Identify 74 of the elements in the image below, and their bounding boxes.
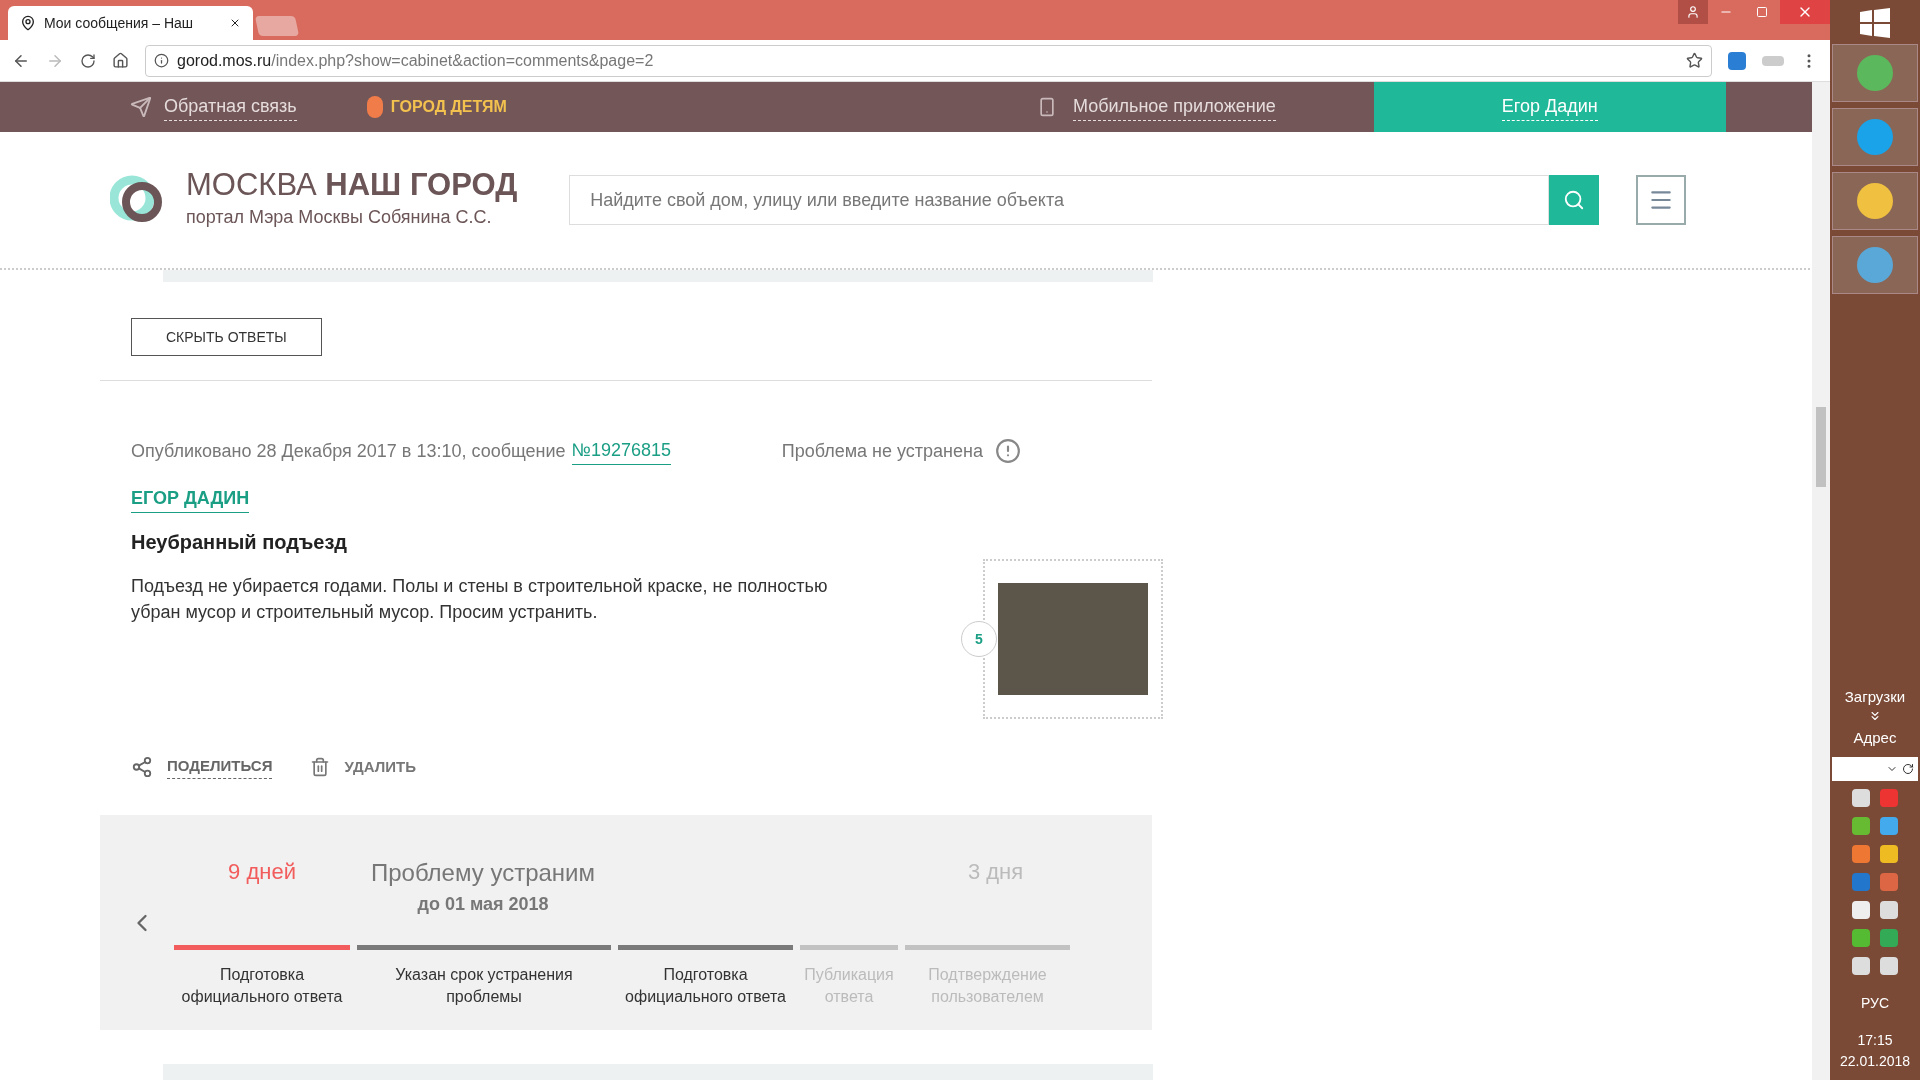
new-tab-button[interactable] [254, 16, 300, 36]
bookmark-star-icon[interactable] [1686, 52, 1703, 69]
alert-icon [995, 438, 1021, 464]
extension-icon[interactable] [1728, 51, 1746, 70]
share-link[interactable]: ПОДЕЛИТЬСЯ [167, 755, 273, 779]
close-icon[interactable] [229, 17, 241, 29]
logo-title: МОСКВА НАШ ГОРОД [186, 169, 518, 200]
tray-icon[interactable] [1852, 873, 1870, 891]
taskbar-app-button[interactable] [1832, 172, 1918, 230]
delete-link[interactable]: УДАЛИТЬ [344, 755, 416, 778]
address-label: Адрес [1853, 727, 1897, 748]
tray-icon[interactable] [1880, 817, 1898, 835]
address-bar[interactable]: gorod.mos.ru/index.php?show=cabinet&action=comments&page=2 [145, 44, 1712, 77]
tray-icon[interactable] [1880, 929, 1898, 947]
refresh-icon [1902, 763, 1914, 775]
home-icon[interactable] [112, 52, 129, 69]
status-text: Проблема не устранена [781, 439, 983, 463]
clock-time[interactable]: 17:15 [1857, 1030, 1893, 1051]
mobile-app-link[interactable]: Мобильное приложение [1072, 93, 1276, 121]
search-button[interactable] [1549, 175, 1600, 225]
stage-label: Подготовка официального ответа [624, 964, 787, 1007]
info-icon [154, 53, 169, 68]
profile-button[interactable] [1678, 0, 1708, 24]
tray-icon[interactable] [1880, 873, 1898, 891]
hide-answers-button[interactable]: СКРЫТЬ ОТВЕТЫ [131, 318, 322, 356]
tray-icon[interactable] [1852, 817, 1870, 835]
deadline-text: до 01 мая 2018 [417, 892, 549, 916]
stage-label: Указан срок устранения проблемы [394, 964, 574, 1007]
tray-icon[interactable] [1852, 929, 1870, 947]
windows-logo-icon[interactable] [1860, 8, 1890, 38]
taskbar-app-button[interactable] [1832, 44, 1918, 102]
comment-title: Неубранный подъезд [131, 530, 348, 555]
search-icon [1563, 189, 1586, 211]
paper-plane-icon [130, 96, 152, 118]
maximize-icon [1756, 6, 1768, 18]
tray-icon[interactable] [1852, 845, 1870, 863]
reload-icon[interactable] [80, 52, 96, 69]
tray-icon[interactable] [1852, 789, 1870, 807]
stage-label: Подготовка официального ответа [180, 964, 344, 1007]
tray-icon[interactable] [1852, 901, 1870, 919]
taskbar-app-button[interactable] [1832, 108, 1918, 166]
logo-subtitle: портал Мэра Москвы Собянина С.С. [186, 206, 493, 229]
timeline-title: Проблему устраним [371, 857, 595, 888]
trash-icon [310, 756, 331, 777]
url-text: gorod.mos.ru/index.php?show=cabinet&action=comments&page=2 [177, 50, 655, 71]
comment-text: Подъезд не убирается годами. Полы и стены в строительной краске, не полностью убран мусор и строительный мусор. Просим устранить. [131, 575, 829, 624]
close-button[interactable] [1780, 0, 1830, 24]
person-icon [1686, 5, 1700, 19]
tray-icon[interactable] [1880, 957, 1898, 975]
taskbar-app-button[interactable] [1832, 236, 1918, 294]
balloon-icon [366, 96, 383, 118]
menu-button[interactable] [1636, 175, 1687, 225]
language-indicator[interactable]: РУС [1860, 993, 1889, 1014]
scrollbar-thumb[interactable] [1816, 407, 1826, 487]
message-number-link[interactable]: №19276815 [571, 437, 671, 465]
search-field[interactable]: Найдите свой дом, улицу или введите название объекта [569, 175, 1550, 225]
downloads-label[interactable]: Загрузки [1844, 686, 1906, 709]
tray-icon[interactable] [1880, 845, 1898, 863]
elapsed-days: 9 дней [174, 854, 350, 945]
browser-tab[interactable]: Мои сообщения – Наш [8, 6, 253, 40]
photo-count-badge[interactable]: 5 [961, 621, 997, 657]
tray-icon[interactable] [1852, 957, 1870, 975]
clock-date[interactable]: 22.01.2018 [1839, 1051, 1911, 1072]
published-info: Опубликовано 28 Декабря 2017 в 13:10, сообщение [131, 439, 566, 463]
address-toolbar-field[interactable] [1832, 757, 1918, 781]
tab-title: Мои сообщения – Наш [44, 13, 195, 33]
author-link[interactable]: ЕГОР ДАДИН [131, 485, 250, 513]
tray-icon[interactable] [1880, 901, 1898, 919]
share-icon [131, 755, 153, 778]
photo-frame[interactable] [983, 559, 1163, 719]
tray-icon[interactable] [1880, 789, 1898, 807]
map-pin-icon [20, 15, 36, 31]
feedback-link[interactable]: Обратная связь [164, 93, 297, 121]
kids-link[interactable]: ГОРОД ДЕТЯМ [390, 95, 507, 119]
